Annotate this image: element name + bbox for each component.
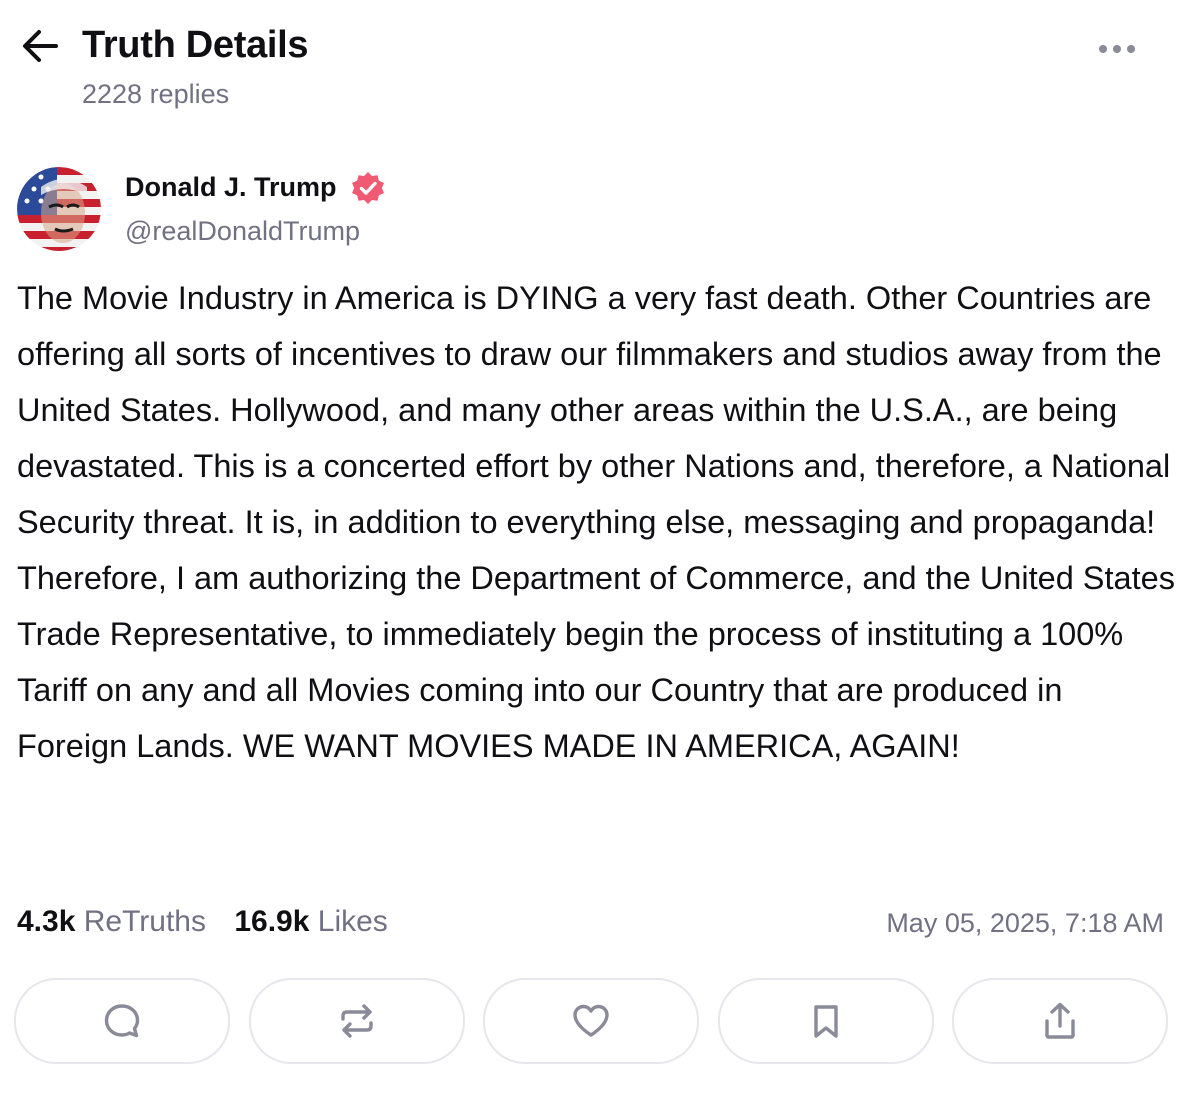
more-dots-icon xyxy=(1099,45,1107,53)
more-options-button[interactable] xyxy=(1094,34,1140,64)
post-stats: 4.3k ReTruths 16.9k Likes xyxy=(17,905,408,939)
avatar[interactable] xyxy=(17,167,101,251)
bookmark-icon xyxy=(813,1005,838,1038)
retruths-count: 4.3k xyxy=(17,905,76,938)
arrow-left-icon xyxy=(23,30,58,62)
reply-button[interactable] xyxy=(14,978,230,1064)
post-timestamp: May 05, 2025, 7:18 AM xyxy=(886,908,1164,938)
likes-label: Likes xyxy=(317,905,388,938)
retruth-icon xyxy=(340,1004,373,1038)
like-icon xyxy=(573,1004,609,1037)
back-button[interactable] xyxy=(20,28,60,64)
share-button[interactable] xyxy=(952,978,1168,1064)
share-icon xyxy=(1045,1002,1075,1039)
likes-stat[interactable]: 16.9k Likes xyxy=(234,905,387,938)
post-text: The Movie Industry in America is DYING a… xyxy=(17,280,1175,764)
reply-count: 2228 replies xyxy=(82,79,230,109)
retruths-label: ReTruths xyxy=(83,905,206,938)
verified-badge-icon xyxy=(352,172,384,204)
retruths-stat[interactable]: 4.3k ReTruths xyxy=(17,905,206,938)
avatar-image xyxy=(17,167,101,251)
author-handle[interactable]: @realDonaldTrump xyxy=(125,216,360,247)
likes-count: 16.9k xyxy=(234,905,310,938)
page-title: Truth Details xyxy=(82,24,309,66)
author-name[interactable]: Donald J. Trump xyxy=(125,172,337,203)
page-header: Truth Details 2228 replies xyxy=(0,0,1188,130)
bookmark-button[interactable] xyxy=(717,978,934,1064)
retruth-button[interactable] xyxy=(248,978,465,1064)
action-bar xyxy=(14,978,1168,1064)
like-button[interactable] xyxy=(483,978,699,1064)
reply-icon xyxy=(104,1004,140,1038)
